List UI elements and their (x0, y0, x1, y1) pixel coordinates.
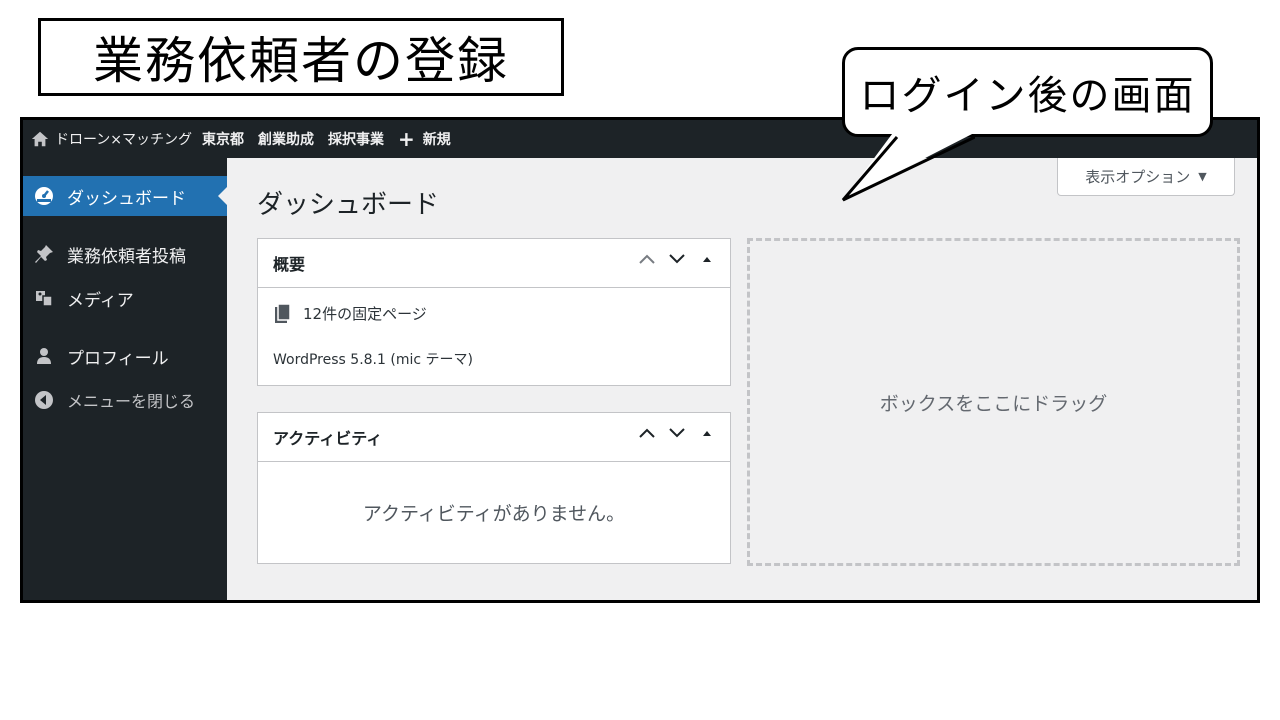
widget-controls (626, 427, 716, 439)
glance-title: 概要 (273, 255, 306, 274)
new-content-button[interactable]: + 新規 (398, 129, 451, 149)
sidebar-item-label: 業務依頼者投稿 (67, 246, 186, 267)
collapse-icon (33, 389, 55, 411)
glance-header: 概要 (258, 239, 730, 288)
caret-down-icon: ▼ (1198, 170, 1207, 183)
sidebar-item-posts[interactable]: 業務依頼者投稿 (23, 234, 227, 274)
page-title: ダッシュボード (257, 190, 440, 220)
main-content: ダッシュボード 表示オプション ▼ 概要 12件の固定ページ WordPress… (227, 158, 1257, 600)
media-icon (33, 287, 55, 309)
site-name: ドローン×マッチング (55, 132, 193, 148)
adminbar-link-saitaku[interactable]: 採択事業 (328, 129, 384, 149)
activity-empty-message: アクティビティがありません。 (362, 502, 626, 525)
slide-title: 業務依頼者の登録 (38, 18, 564, 96)
toggle-panel-icon[interactable] (698, 253, 716, 265)
sidebar-item-label: ダッシュボード (67, 188, 186, 209)
page-icon (275, 303, 291, 323)
sidebar-item-label: プロフィール (67, 348, 169, 369)
sidebar-item-label: メディア (67, 290, 134, 311)
activity-title: アクティビティ (273, 429, 383, 448)
move-up-icon[interactable] (638, 427, 656, 439)
wp-admin-screenshot: ドローン×マッチング 東京都 創業助成 採択事業 + 新規 ダッシュボード 業務… (20, 117, 1260, 603)
move-up-icon[interactable] (638, 253, 656, 265)
admin-sidebar: ダッシュボード 業務依頼者投稿 メディア プロフィール メニューを閉じる (23, 158, 228, 600)
collapse-menu-button[interactable]: メニューを閉じる (23, 380, 227, 420)
widget-controls (626, 253, 716, 265)
adminbar-link-tokyo[interactable]: 東京都 (202, 129, 244, 149)
glance-widget: 概要 12件の固定ページ WordPress 5.8.1 (mic テーマ) (257, 238, 731, 386)
version-text: WordPress 5.8.1 (mic テーマ) (273, 352, 473, 368)
callout-tail (841, 130, 975, 202)
widget-drop-zone[interactable]: ボックスをここにドラッグ (747, 238, 1240, 566)
activity-widget: アクティビティ アクティビティがありません。 (257, 412, 731, 564)
activity-header: アクティビティ (258, 413, 730, 462)
pin-icon (33, 243, 55, 265)
sidebar-item-media[interactable]: メディア (23, 278, 227, 318)
drop-zone-label: ボックスをここにドラッグ (879, 392, 1108, 415)
sidebar-item-label: メニューを閉じる (67, 392, 196, 411)
move-down-icon[interactable] (668, 253, 686, 265)
adminbar-link-sogyo[interactable]: 創業助成 (258, 129, 314, 149)
toggle-panel-icon[interactable] (698, 427, 716, 439)
sidebar-item-profile[interactable]: プロフィール (23, 336, 227, 376)
pages-count-link[interactable]: 12件の固定ページ (273, 303, 427, 324)
user-icon (33, 345, 55, 367)
callout-text: ログイン後の画面 (859, 73, 1196, 119)
site-name-link[interactable]: ドローン×マッチング (31, 129, 192, 149)
screen-options-button[interactable]: 表示オプション ▼ (1057, 158, 1235, 196)
move-down-icon[interactable] (668, 427, 686, 439)
home-icon (31, 131, 49, 147)
plus-icon: + (398, 127, 415, 151)
screen-options-label: 表示オプション (1085, 168, 1191, 186)
callout-bubble: ログイン後の画面 (842, 47, 1213, 137)
sidebar-item-dashboard[interactable]: ダッシュボード (23, 176, 228, 216)
dashboard-icon (33, 185, 55, 207)
pages-count: 12件の固定ページ (303, 305, 427, 323)
new-label: 新規 (422, 132, 451, 148)
